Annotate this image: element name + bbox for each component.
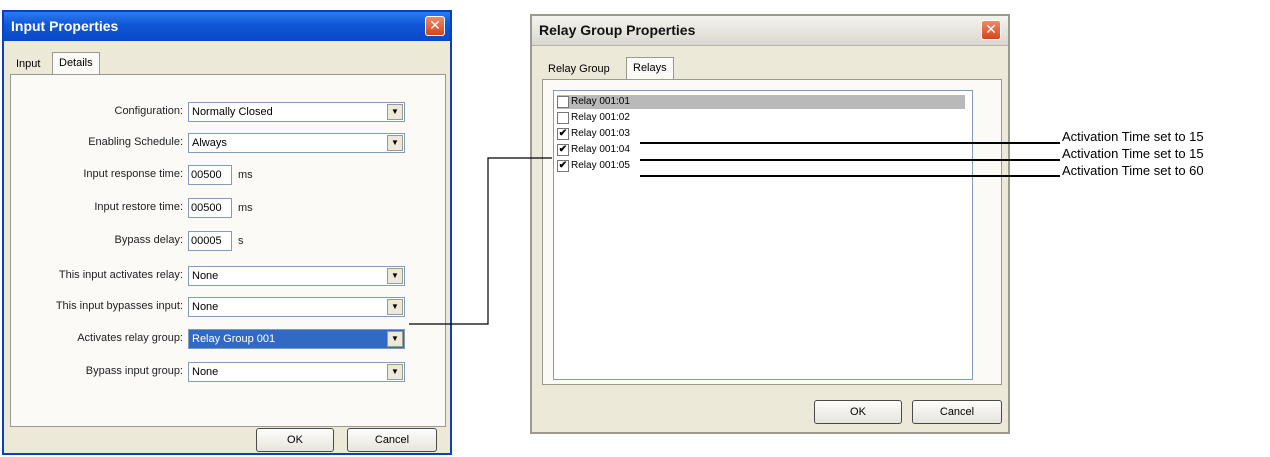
chevron-down-icon[interactable]: ▼ [387, 268, 403, 284]
callout-relay-003: Activation Time set to 15 [1062, 129, 1204, 144]
ok-button[interactable]: OK [256, 428, 334, 452]
chevron-down-icon[interactable]: ▼ [387, 299, 403, 315]
bypass-delay-unit: s [238, 235, 244, 247]
bypass-input-group-label: Bypass input group: [85, 365, 183, 377]
close-icon[interactable]: ✕ [981, 20, 1001, 40]
relay-label: Relay 001:04 [571, 144, 630, 155]
list-item-relay-001-01[interactable]: Relay 001:01 [557, 95, 965, 109]
input-restore-time-field[interactable]: 00500 [188, 198, 232, 218]
input-properties-dialog: Input Properties ✕ Input Details Configu… [2, 10, 452, 455]
input-restore-time-label: Input restore time: [94, 201, 183, 213]
list-item-relay-001-02[interactable]: Relay 001:02 [557, 111, 965, 125]
bypasses-input-value: None [192, 301, 219, 313]
chevron-down-icon[interactable]: ▼ [387, 104, 403, 120]
input-properties-titlebar[interactable]: Input Properties ✕ [4, 12, 450, 41]
checkbox[interactable] [557, 112, 569, 124]
bypass-delay-label: Bypass delay: [114, 234, 183, 246]
tab-relays[interactable]: Relays [626, 57, 674, 80]
activates-relay-group-value: Relay Group 001 [192, 333, 276, 345]
relay-group-titlebar[interactable]: Relay Group Properties ✕ [532, 16, 1008, 46]
list-item-relay-001-03[interactable]: ✔ Relay 001:03 [557, 127, 965, 141]
callout-relay-004: Activation Time set to 15 [1062, 146, 1204, 161]
relays-panel: Relay 001:01 Relay 001:02 ✔ Relay 001:03… [542, 79, 1002, 385]
chevron-down-icon[interactable]: ▼ [387, 331, 403, 347]
bypass-delay-field[interactable]: 00005 [188, 231, 232, 251]
dialog-title: Relay Group Properties [539, 22, 696, 38]
activates-relay-group-select[interactable]: Relay Group 001 ▼ [188, 329, 405, 349]
check-icon[interactable]: ✔ [557, 144, 569, 156]
check-icon[interactable]: ✔ [557, 128, 569, 140]
chevron-down-icon[interactable]: ▼ [387, 364, 403, 380]
ok-button[interactable]: OK [814, 400, 902, 424]
list-item-relay-001-05[interactable]: ✔ Relay 001:05 [557, 159, 965, 173]
bypass-input-group-select[interactable]: None ▼ [188, 362, 405, 382]
enabling-schedule-label: Enabling Schedule: [88, 136, 183, 148]
relay-label: Relay 001:05 [571, 160, 630, 171]
enabling-schedule-value: Always [192, 137, 227, 149]
activates-relay-value: None [192, 270, 219, 282]
tab-relay-group[interactable]: Relay Group [542, 59, 616, 79]
configuration-label: Configuration: [114, 105, 184, 117]
chevron-down-icon[interactable]: ▼ [387, 135, 403, 151]
cancel-button[interactable]: Cancel [347, 428, 437, 452]
relay-label: Relay 001:03 [571, 128, 630, 139]
bypasses-input-label: This input bypasses input: [55, 300, 183, 312]
activates-relay-group-label: Activates relay group: [77, 332, 183, 344]
tab-input[interactable]: Input [10, 54, 46, 74]
activates-relay-label: This input activates relay: [58, 269, 183, 281]
bypass-input-group-value: None [192, 366, 219, 378]
configuration-select[interactable]: Normally Closed ▼ [188, 102, 405, 122]
activates-relay-select[interactable]: None ▼ [188, 266, 405, 286]
relay-label: Relay 001:01 [571, 96, 630, 107]
input-restore-time-unit: ms [238, 202, 253, 214]
bypasses-input-select[interactable]: None ▼ [188, 297, 405, 317]
input-response-time-unit: ms [238, 169, 253, 181]
details-panel: Configuration: Normally Closed ▼ Enablin… [10, 74, 446, 427]
dialog-title: Input Properties [11, 18, 119, 34]
relay-group-properties-dialog: Relay Group Properties ✕ Relay Group Rel… [530, 14, 1010, 434]
relay-label: Relay 001:02 [571, 112, 630, 123]
input-response-time-field[interactable]: 00500 [188, 165, 232, 185]
input-response-time-label: Input response time: [83, 168, 183, 180]
check-icon[interactable]: ✔ [557, 160, 569, 172]
list-item-relay-001-04[interactable]: ✔ Relay 001:04 [557, 143, 965, 157]
checkbox[interactable] [557, 96, 569, 108]
close-icon[interactable]: ✕ [425, 16, 445, 36]
cancel-button[interactable]: Cancel [912, 400, 1002, 424]
relay-list[interactable]: Relay 001:01 Relay 001:02 ✔ Relay 001:03… [553, 90, 973, 380]
enabling-schedule-select[interactable]: Always ▼ [188, 133, 405, 153]
callout-relay-005: Activation Time set to 60 [1062, 163, 1204, 178]
tab-details[interactable]: Details [52, 52, 100, 75]
configuration-value: Normally Closed [192, 106, 273, 118]
